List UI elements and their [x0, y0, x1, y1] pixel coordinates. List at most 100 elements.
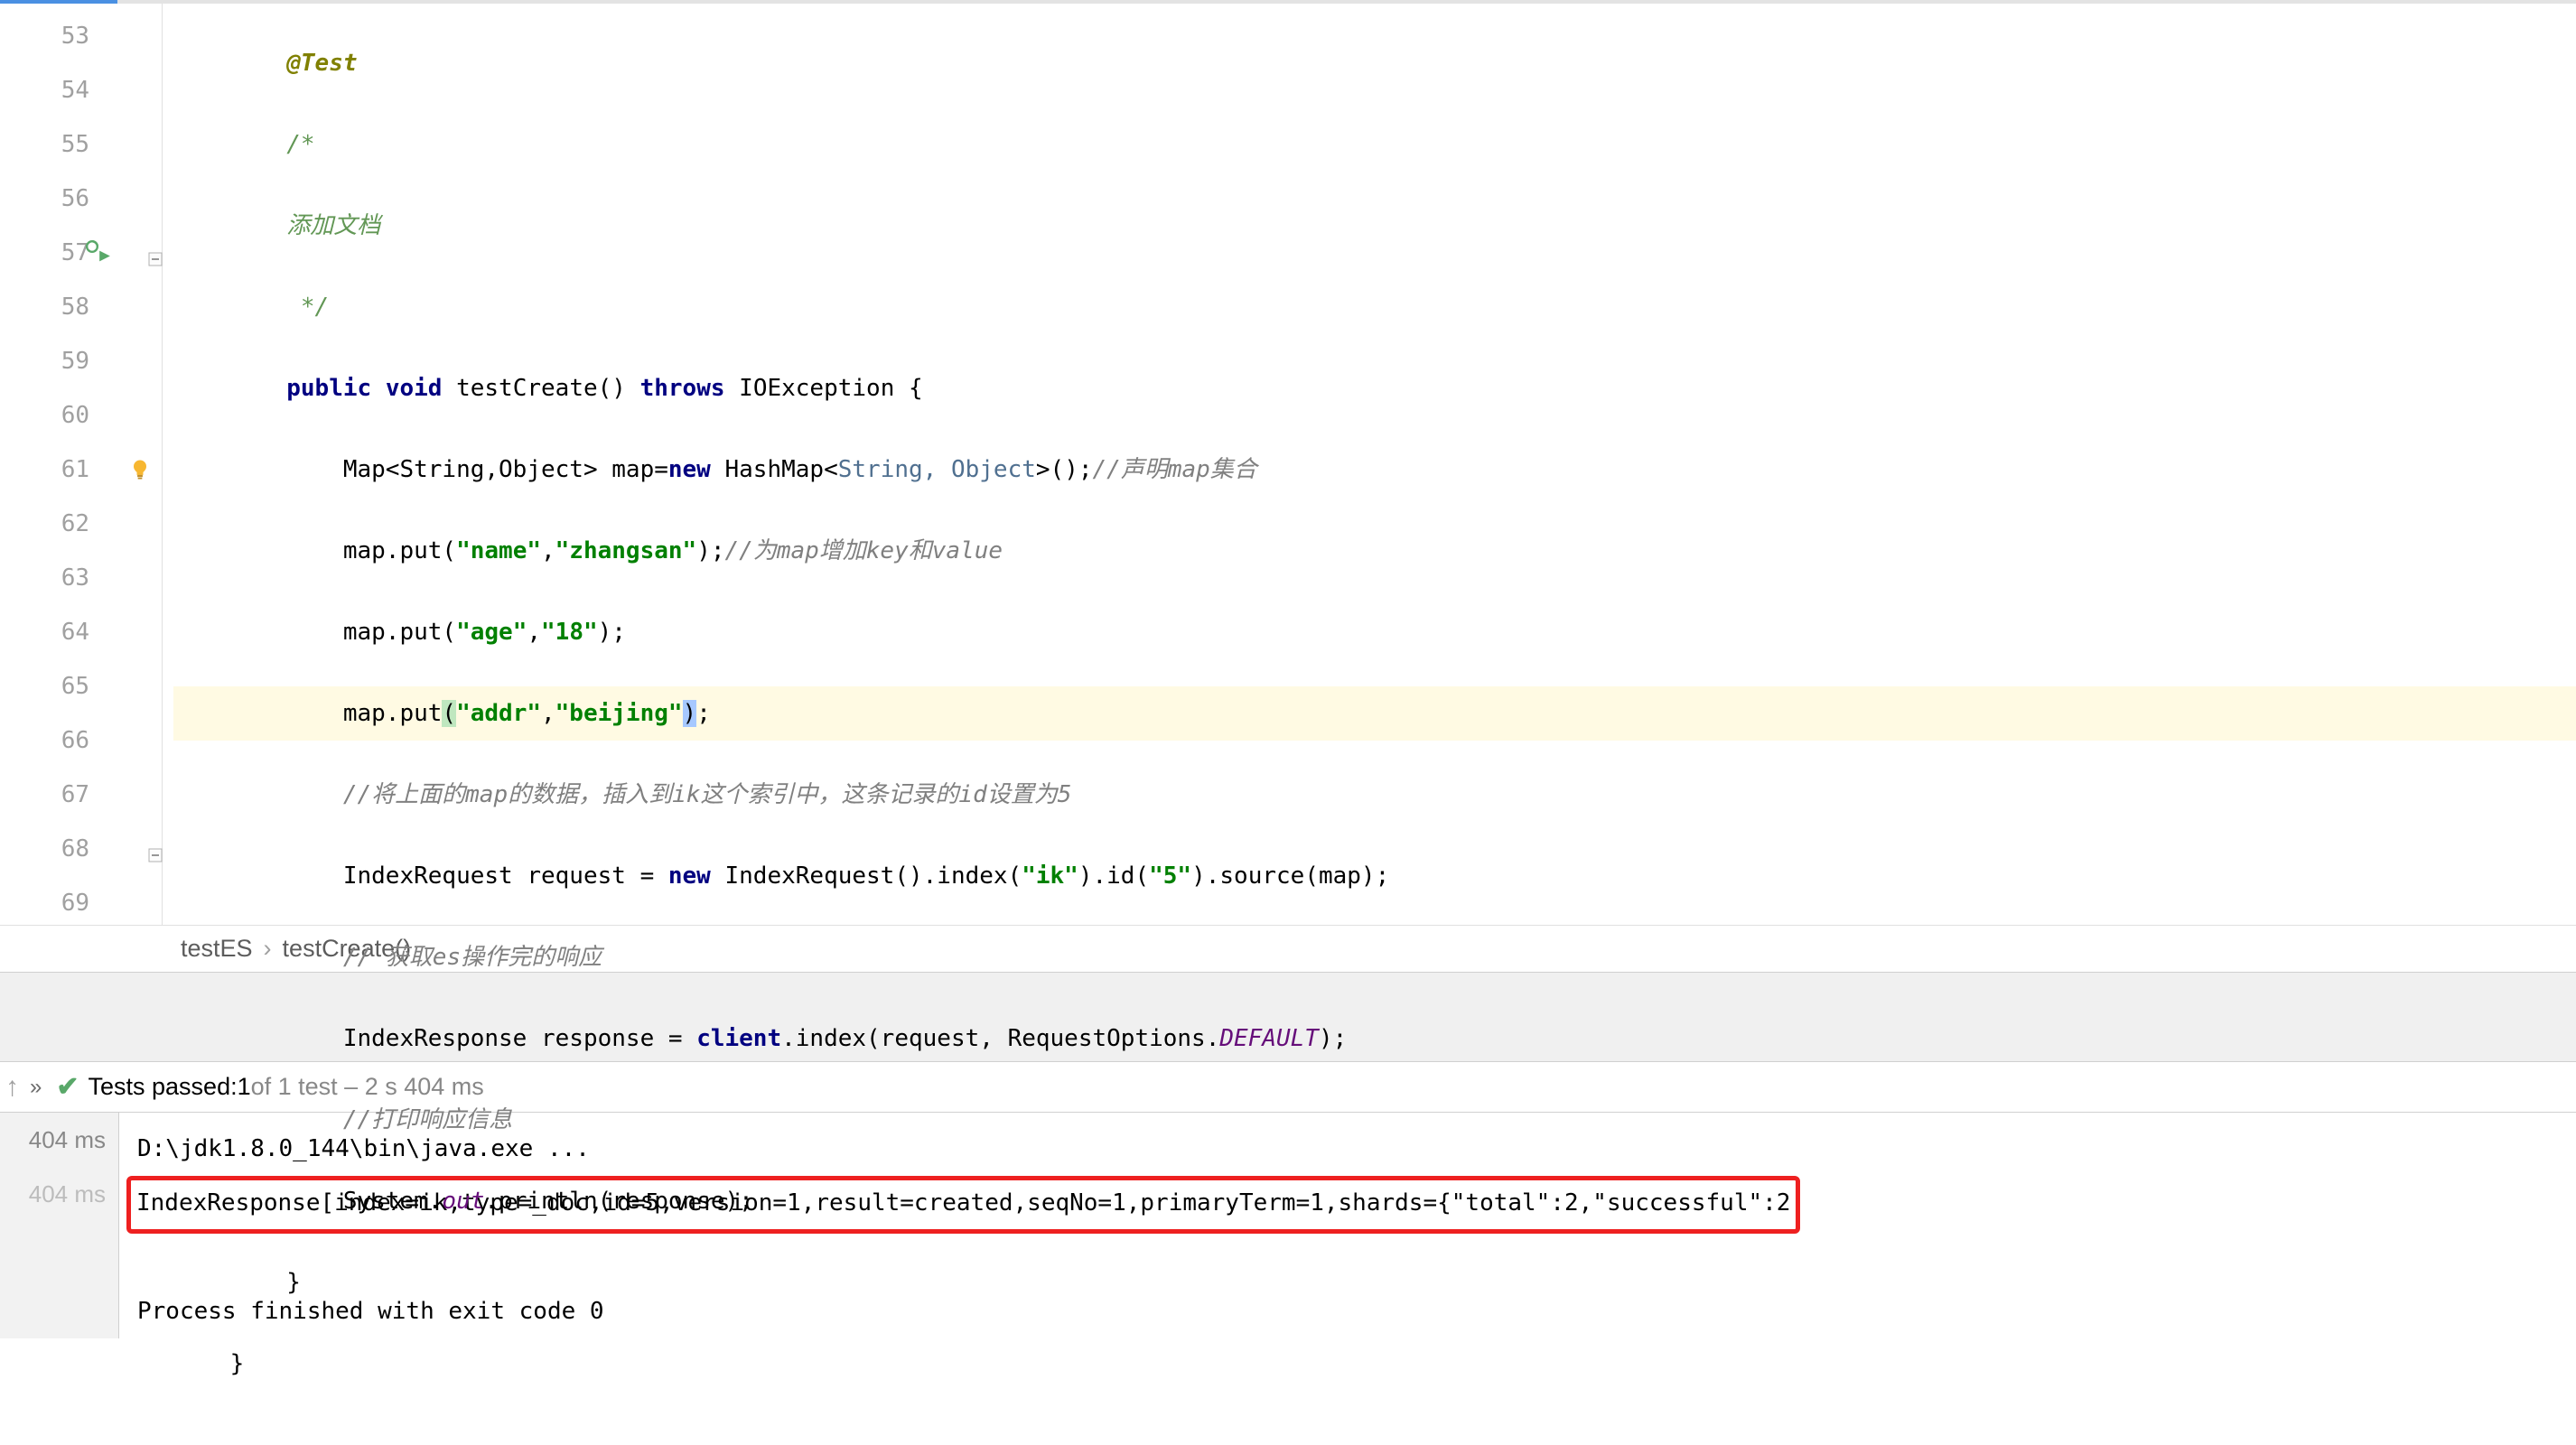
line-number: 69 — [53, 890, 89, 917]
line-number: 54 — [53, 77, 89, 104]
code-text: IndexResponse response = — [343, 1025, 696, 1052]
gutter-line[interactable]: 53 — [0, 9, 162, 63]
gutter-line[interactable]: 54 — [0, 63, 162, 117]
gutter-line[interactable]: 67 — [0, 768, 162, 822]
gutter-line[interactable]: 60 — [0, 388, 162, 443]
gutter-line[interactable]: 58 — [0, 280, 162, 334]
generic-type: String, Object — [838, 456, 1036, 483]
code-text: ); — [598, 619, 626, 646]
gutter-line[interactable]: 69 — [0, 876, 162, 930]
identifier: testCreate() — [442, 375, 639, 402]
test-duration[interactable]: 404 ms — [0, 1113, 118, 1167]
code-text: .index(request, RequestOptions. — [781, 1025, 1219, 1052]
string: "age" — [456, 619, 527, 646]
line-number: 60 — [53, 402, 89, 429]
comment: // 获取es操作完的响应 — [343, 944, 602, 971]
code-text: >(); — [1036, 456, 1093, 483]
gutter-line[interactable]: 65 — [0, 659, 162, 713]
code-line[interactable]: public void testCreate() throws IOExcept… — [173, 361, 2576, 415]
line-number: 61 — [53, 456, 89, 483]
gutter-line[interactable]: 61 — [0, 443, 162, 497]
code-line[interactable]: } — [173, 1255, 2576, 1310]
code-text: .println(response); — [484, 1188, 752, 1215]
run-test-icon[interactable] — [86, 240, 111, 266]
code-text: ; — [696, 700, 711, 727]
line-number: 63 — [53, 564, 89, 592]
code-text: } — [230, 1350, 245, 1377]
up-arrow-icon[interactable]: ↑ — [5, 1072, 19, 1103]
code-text: ); — [1319, 1025, 1347, 1052]
console-timing-column: 404 ms 404 ms — [0, 1113, 119, 1338]
code-line[interactable]: /* — [173, 117, 2576, 172]
comment: */ — [286, 294, 329, 321]
code-text: , — [541, 537, 555, 564]
string: "zhangsan" — [555, 537, 697, 564]
code-line[interactable]: IndexRequest request = new IndexRequest(… — [173, 849, 2576, 903]
code-text: HashMap< — [711, 456, 838, 483]
string: "ik" — [1022, 862, 1078, 890]
code-line[interactable]: IndexResponse response = client.index(re… — [173, 1012, 2576, 1066]
gutter-line[interactable]: 55 — [0, 117, 162, 172]
fold-icon[interactable] — [148, 842, 163, 856]
code-line[interactable]: System.out.println(response); — [173, 1174, 2576, 1228]
string: "beijing" — [555, 700, 683, 727]
code-text: map.put — [343, 700, 443, 727]
code-line[interactable]: //将上面的map的数据，插入到ik这个索引中，这条记录的id设置为5 — [173, 768, 2576, 822]
code-line[interactable]: 添加文档 — [173, 199, 2576, 253]
keyword: public — [286, 375, 371, 402]
gutter-line[interactable]: 59 — [0, 334, 162, 388]
static-field: out — [442, 1188, 484, 1215]
keyword: new — [668, 862, 711, 890]
line-number: 55 — [53, 131, 89, 158]
gutter-line[interactable]: 66 — [0, 713, 162, 768]
line-number: 62 — [53, 510, 89, 537]
expand-icon[interactable]: » — [30, 1075, 42, 1100]
bracket-open: ( — [442, 700, 456, 727]
string: "18" — [541, 619, 598, 646]
gutter-line[interactable]: 62 — [0, 497, 162, 551]
code-line[interactable]: map.put("name","zhangsan");//为map增加key和v… — [173, 524, 2576, 578]
gutter: 53 54 55 56 57 58 59 60 61 62 63 64 65 6… — [0, 4, 163, 925]
code-text: IndexRequest().index( — [711, 862, 1022, 890]
code-text: Map<String,Object> map= — [343, 456, 668, 483]
string: "addr" — [456, 700, 541, 727]
line-number: 67 — [53, 781, 89, 808]
code-line[interactable]: //打印响应信息 — [173, 1093, 2576, 1147]
line-number: 59 — [53, 348, 89, 375]
test-duration[interactable]: 404 ms — [0, 1167, 118, 1221]
code-line[interactable]: // 获取es操作完的响应 — [173, 930, 2576, 984]
gutter-line[interactable]: 63 — [0, 551, 162, 605]
line-number: 66 — [53, 727, 89, 754]
keyword: void — [386, 375, 443, 402]
keyword: new — [668, 456, 711, 483]
line-number: 53 — [53, 23, 89, 50]
line-number: 65 — [53, 673, 89, 700]
field: client — [696, 1025, 781, 1052]
intention-bulb-icon[interactable] — [127, 457, 153, 482]
code-text: map.put( — [343, 537, 456, 564]
code-text: , — [527, 619, 541, 646]
code-text: } — [286, 1269, 301, 1296]
fold-icon[interactable] — [148, 246, 163, 260]
code-line[interactable]: Map<String,Object> map=new HashMap<Strin… — [173, 443, 2576, 497]
string: "name" — [456, 537, 541, 564]
bracket-close: ) — [683, 700, 697, 727]
code-editor[interactable]: @Test /* 添加文档 */ public void testCreate(… — [163, 4, 2576, 925]
gutter-line[interactable]: 64 — [0, 605, 162, 659]
gutter-line[interactable]: 56 — [0, 172, 162, 226]
string: "5" — [1149, 862, 1191, 890]
gutter-line[interactable]: 57 — [0, 226, 162, 280]
gutter-line[interactable]: 68 — [0, 822, 162, 876]
comment: 添加文档 — [286, 212, 380, 239]
code-line[interactable]: map.put("age","18"); — [173, 605, 2576, 659]
code-text: IndexRequest request = — [343, 862, 668, 890]
code-line[interactable]: */ — [173, 280, 2576, 334]
comment: //打印响应信息 — [343, 1106, 512, 1133]
line-number: 56 — [53, 185, 89, 212]
line-number: 57 — [53, 239, 89, 266]
code-line-current[interactable]: map.put("addr","beijing"); — [173, 686, 2576, 741]
code-line[interactable]: @Test — [173, 36, 2576, 90]
code-text: IOException { — [725, 375, 923, 402]
line-number: 58 — [53, 294, 89, 321]
code-line[interactable]: } — [173, 1337, 2576, 1391]
